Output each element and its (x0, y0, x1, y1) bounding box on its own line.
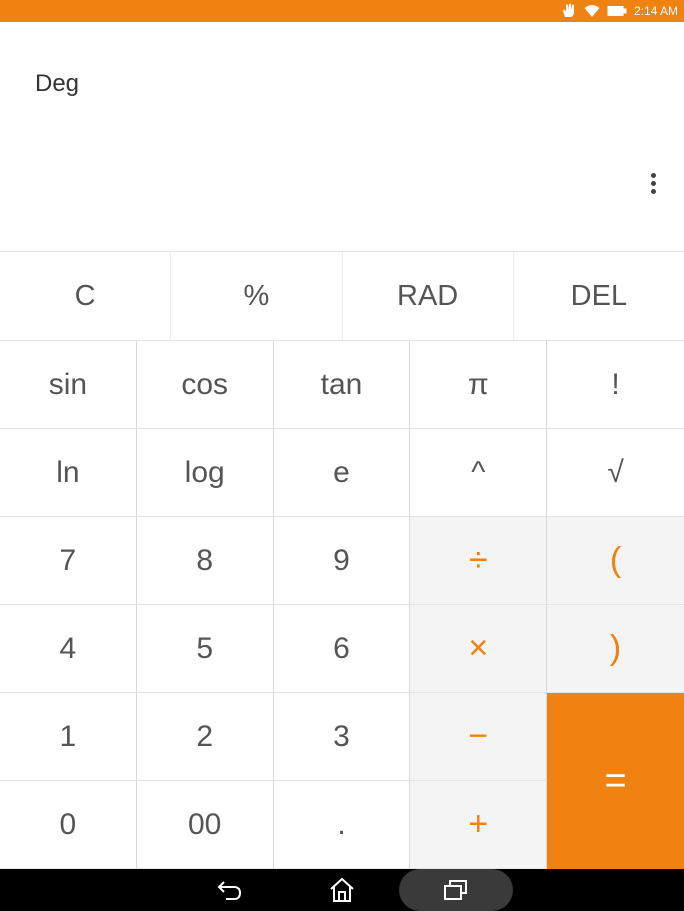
digit-8-button[interactable]: 8 (136, 517, 274, 605)
multiply-button[interactable]: × (410, 605, 548, 693)
log-button[interactable]: log (136, 429, 274, 517)
rad-button[interactable]: RAD (343, 252, 514, 340)
sin-button[interactable]: sin (0, 341, 137, 429)
clear-button[interactable]: C (0, 252, 172, 340)
e-button[interactable]: e (273, 429, 411, 517)
back-icon[interactable] (212, 873, 248, 907)
digit-1-button[interactable]: 1 (0, 693, 137, 781)
top-function-row: C % RAD DEL (0, 252, 684, 341)
digit-6-button[interactable]: 6 (273, 605, 411, 693)
digit-7-button[interactable]: 7 (0, 517, 137, 605)
angle-mode-indicator: Deg (35, 70, 80, 97)
keypad: sin cos tan π ! ln log e ^ √ 7 8 9 ÷ ( 4… (0, 341, 684, 869)
digit-2-button[interactable]: 2 (136, 693, 274, 781)
equals-button[interactable]: = (547, 693, 684, 869)
navigation-bar (0, 869, 684, 911)
recent-apps-icon[interactable] (438, 873, 474, 907)
percent-button[interactable]: % (171, 252, 343, 340)
hand-icon (561, 3, 577, 19)
left-paren-button[interactable]: ( (547, 517, 684, 605)
divide-button[interactable]: ÷ (410, 517, 548, 605)
minus-button[interactable]: − (410, 693, 548, 781)
ln-button[interactable]: ln (0, 429, 137, 517)
tan-button[interactable]: tan (273, 341, 411, 429)
power-button[interactable]: ^ (410, 429, 548, 517)
status-time: 2:14 AM (633, 4, 678, 18)
wifi-icon (584, 4, 600, 18)
status-bar: 2:14 AM (0, 0, 684, 22)
overflow-menu-icon[interactable] (643, 169, 663, 197)
digit-3-button[interactable]: 3 (273, 693, 411, 781)
pi-button[interactable]: π (410, 341, 548, 429)
calculator-display: Deg (0, 22, 684, 252)
digit-5-button[interactable]: 5 (136, 605, 274, 693)
right-paren-button[interactable]: ) (547, 605, 684, 693)
sqrt-button[interactable]: √ (547, 429, 684, 517)
battery-icon (607, 5, 627, 17)
delete-button[interactable]: DEL (514, 252, 684, 340)
double-zero-button[interactable]: 00 (136, 781, 274, 869)
home-icon[interactable] (324, 873, 360, 907)
plus-button[interactable]: + (410, 781, 548, 869)
cos-button[interactable]: cos (136, 341, 274, 429)
decimal-point-button[interactable]: . (273, 781, 411, 869)
digit-4-button[interactable]: 4 (0, 605, 137, 693)
digit-9-button[interactable]: 9 (273, 517, 411, 605)
factorial-button[interactable]: ! (547, 341, 684, 429)
digit-0-button[interactable]: 0 (0, 781, 137, 869)
